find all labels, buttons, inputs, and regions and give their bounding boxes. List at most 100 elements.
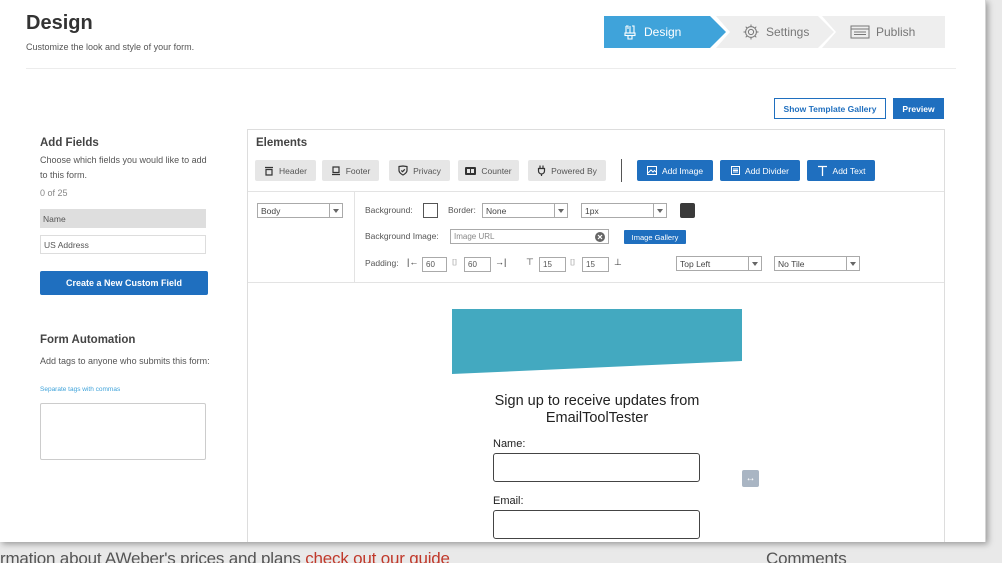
elements-separator [621, 159, 622, 182]
elements-heading: Elements [256, 137, 308, 149]
background-image-placeholder: Image URL [454, 232, 495, 241]
chevron-down-icon [748, 257, 761, 270]
padding-right-icon: →| [495, 257, 507, 267]
toggle-footer-label: Footer [345, 165, 371, 176]
shield-icon [398, 165, 408, 176]
step-publish[interactable]: Publish [822, 16, 945, 48]
toggle-counter-button[interactable]: Counter [458, 160, 519, 181]
footer-icon [331, 165, 340, 175]
counter-icon [465, 166, 477, 175]
add-text-button[interactable]: Add Text [807, 160, 875, 181]
step-settings-label: Settings [766, 25, 810, 39]
name-input[interactable] [493, 453, 700, 482]
form-header-banner[interactable] [452, 309, 742, 374]
toggle-counter-label: Counter [481, 165, 512, 176]
add-image-button[interactable]: Add Image [637, 160, 713, 181]
padding-bottom-input[interactable]: 15 [582, 257, 609, 272]
toggle-powered-by-button[interactable]: Powered By [528, 160, 606, 181]
background-image-input[interactable]: Image URL [450, 229, 609, 244]
text-icon [817, 165, 827, 176]
link-icon[interactable]: ⌷ [452, 257, 457, 268]
background-image-label: Background Image: [365, 231, 439, 241]
step-design-label: Design [644, 25, 682, 39]
tags-hint: Separate tags with commas [40, 386, 121, 393]
style-toolbar: Body Background: Border: None 1px Backgr… [248, 191, 944, 283]
toggle-powered-by-label: Powered By [551, 165, 597, 176]
clear-icon[interactable] [595, 232, 605, 242]
email-input[interactable] [493, 510, 700, 539]
page-title: Design [26, 12, 93, 34]
toggle-header-label: Header [279, 165, 307, 176]
padding-top-icon: ⊤ [526, 257, 534, 267]
bg-position-select[interactable]: Top Left [676, 256, 762, 271]
background-label: Background: [365, 205, 413, 215]
step-design[interactable]: Design [604, 16, 726, 48]
padding-left-icon: |← [407, 257, 419, 267]
border-style-select[interactable]: None [482, 203, 568, 218]
background-article-link[interactable]: check out our guide [305, 549, 450, 563]
step-settings[interactable]: Settings [716, 16, 834, 48]
resize-handle-icon[interactable]: ↔ [742, 470, 759, 487]
header-divider [26, 68, 956, 69]
image-gallery-button[interactable]: Image Gallery [624, 230, 686, 244]
elements-panel: Elements Header Footer Privacy Counter P… [247, 129, 945, 542]
add-fields-heading: Add Fields [40, 137, 99, 149]
chevron-down-icon [846, 257, 859, 270]
image-icon [646, 166, 657, 175]
border-color-swatch[interactable] [680, 203, 695, 218]
border-width-select[interactable]: 1px [581, 203, 667, 218]
add-divider-button[interactable]: Add Divider [720, 160, 800, 181]
padding-bottom-icon: ⊥ [614, 257, 622, 267]
page-subtitle: Customize the look and style of your for… [26, 42, 195, 52]
step-publish-label: Publish [876, 25, 916, 39]
chevron-down-icon [653, 204, 666, 217]
section-select-value: Body [261, 205, 281, 216]
browser-icon [850, 25, 870, 39]
name-field-label: Name: [493, 438, 526, 450]
add-divider-label: Add Divider [745, 165, 789, 176]
add-image-label: Add Image [661, 165, 704, 176]
bg-position-value: Top Left [680, 258, 711, 269]
show-template-gallery-button[interactable]: Show Template Gallery [774, 98, 886, 119]
form-design-panel: Design Customize the look and style of y… [0, 0, 986, 542]
create-custom-field-button[interactable]: Create a New Custom Field [40, 271, 208, 295]
gear-icon [743, 24, 759, 40]
background-article-text: rmation about AWeber's prices and plans … [0, 549, 450, 563]
form-automation-heading: Form Automation [40, 334, 136, 346]
section-select[interactable]: Body [257, 203, 343, 218]
field-name[interactable]: Name [40, 209, 206, 228]
preview-button[interactable]: Preview [893, 98, 944, 119]
padding-left-input[interactable]: 60 [422, 257, 447, 272]
border-style-value: None [486, 205, 507, 216]
padding-label: Padding: [365, 258, 399, 268]
chevron-down-icon [554, 204, 567, 217]
tags-textarea[interactable] [40, 403, 206, 460]
bg-tile-select[interactable]: No Tile [774, 256, 860, 271]
bg-tile-value: No Tile [778, 258, 805, 269]
background-color-swatch[interactable] [423, 203, 438, 218]
form-title[interactable]: Sign up to receive updates from EmailToo… [452, 393, 742, 427]
toggle-footer-button[interactable]: Footer [322, 160, 379, 181]
background-comments-heading: Comments [766, 549, 847, 563]
toolbar-divider [354, 192, 355, 283]
border-label: Border: [448, 205, 476, 215]
chevron-down-icon [329, 204, 342, 217]
plug-icon [537, 165, 546, 176]
border-width-value: 1px [585, 205, 599, 216]
toggle-privacy-label: Privacy [413, 165, 441, 176]
field-us-address[interactable]: US Address [40, 235, 206, 254]
fields-count: 0 of 25 [40, 188, 68, 198]
email-field-label: Email: [493, 495, 524, 507]
divider-icon [731, 166, 741, 175]
form-automation-description: Add tags to anyone who submits this form… [40, 356, 210, 366]
form-preview: Sign up to receive updates from EmailToo… [248, 283, 944, 542]
toggle-header-button[interactable]: Header [255, 160, 316, 181]
toggle-privacy-button[interactable]: Privacy [389, 160, 450, 181]
link-icon[interactable]: ⌷ [570, 257, 575, 268]
header-icon [265, 166, 274, 176]
add-text-label: Add Text [832, 165, 866, 176]
brush-icon [624, 25, 636, 40]
padding-top-input[interactable]: 15 [539, 257, 566, 272]
add-fields-description: Choose which fields you would like to ad… [40, 155, 207, 180]
padding-right-input[interactable]: 60 [464, 257, 491, 272]
